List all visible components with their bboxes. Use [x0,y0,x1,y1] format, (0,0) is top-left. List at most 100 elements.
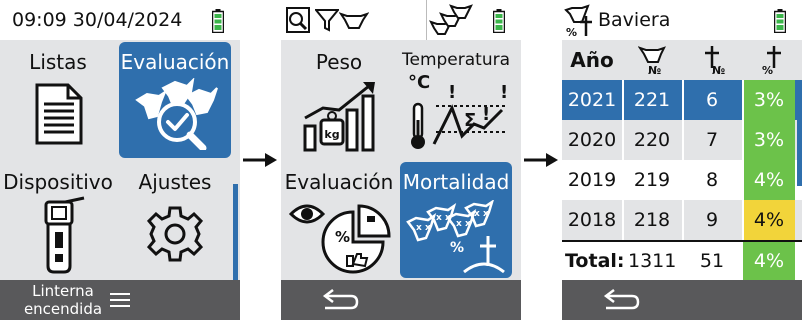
cell-deaths: 7 [705,129,719,151]
menu-tile-label: Peso [315,50,363,74]
menu-tile-dispositivo[interactable]: Dispositivo [2,162,114,278]
location-title: Baviera [598,9,671,31]
evaluation-menu-screen: Peso kg Temperatura °C ! Σ ! ! Evaluació… [281,0,521,320]
svg-text:%: % [335,228,350,246]
battery-icon [212,9,224,33]
svg-text:kg: kg [324,128,339,141]
total-deaths: 51 [699,250,725,272]
separator [426,0,427,40]
battery-icon [493,9,505,33]
svg-text:%: % [450,240,464,256]
death-count-icon: № [705,46,725,76]
status-bar [281,0,521,40]
total-rate: 4% [743,242,795,280]
cell-year: 2019 [567,169,617,191]
menu-tile-listas[interactable]: Listas [2,42,114,158]
cell-count: 221 [633,89,671,111]
cell-deaths: 8 [705,169,719,191]
cell-rate: 4% [743,200,795,240]
arrow-right-icon [243,153,277,167]
column-divider [742,80,744,240]
status-bar: 09:09 30/04/2024 [0,0,240,40]
svg-text:!: ! [500,82,508,103]
herd-evaluation-icon [135,78,218,150]
table-header-row: Año № № % [562,40,802,80]
cell-deaths: 9 [705,209,719,231]
total-row: Total: 1311 51 4% [562,242,802,280]
menu-tile-evaluacion[interactable]: Evaluación % [283,162,395,278]
footer-bar [281,280,521,320]
cell-rate: 3% [743,80,795,120]
cell-year: 2018 [567,209,617,231]
menu-tile-ajustes[interactable]: Ajustes [119,162,231,278]
back-arrow-icon[interactable] [600,288,640,312]
handheld-device-icon [44,196,85,274]
menu-grid: Listas Evaluación Dispositivo Ajustes [0,40,240,280]
svg-text:№: № [712,64,725,76]
mortality-table-screen: % Baviera Año № № % 2021 221 6 3% 2020 2… [562,0,802,320]
menu-tile-label: Listas [29,50,87,74]
menu-tile-peso[interactable]: Peso kg [283,42,395,158]
menu-icon[interactable] [110,292,130,308]
menu-tile-evaluacion[interactable]: Evaluación [119,42,231,158]
menu-tile-label: Dispositivo [3,170,113,194]
datetime: 09:09 30/04/2024 [12,9,183,31]
mortality-location-icon: % [564,4,592,38]
menu-tile-label: Evaluación [284,170,394,194]
svg-text:!: ! [448,82,456,103]
menu-tile-label: Temperatura [401,50,511,70]
cell-year: 2020 [567,129,617,151]
cell-year: 2021 [567,89,617,111]
flashlight-label-line2: encendida [23,300,103,318]
flashlight-label-line1: Linterna [32,282,94,300]
footer-bar [562,280,802,320]
total-count: 1311 [628,250,677,272]
report-icon [286,7,310,33]
cell-deaths: 6 [705,89,719,111]
footer-bar: Linterna encendida [0,280,240,320]
cell-rate: 3% [743,120,795,160]
scrollbar[interactable] [233,184,238,280]
scrollbar[interactable] [797,80,802,186]
cell-rate: 4% [743,160,795,200]
battery-icon [774,9,786,33]
column-divider [682,80,684,240]
animal-icon [339,12,369,29]
menu-tile-temperatura[interactable]: Temperatura °C ! Σ ! ! [400,42,512,158]
animal-count-icon: № [638,46,666,76]
status-bar: % Baviera [562,0,802,40]
cell-count: 219 [633,169,671,191]
temperature-chart-icon: ! Σ ! ! [411,82,508,149]
weight-chart-icon: kg [303,82,375,152]
svg-text:x x: x x [474,209,489,219]
svg-text:%: % [762,64,773,76]
cell-count: 220 [633,129,671,151]
menu-tile-label: Mortalidad [402,170,510,194]
svg-text:x x: x x [436,213,451,223]
col-header-year: Año [570,48,614,72]
mortality-icon: x xx x x xx x % [406,200,505,274]
svg-text:Σ: Σ [464,110,476,131]
filter-icon [315,9,339,32]
menu-tile-mortalidad[interactable]: Mortalidad x xx x x xx x % [400,162,512,278]
back-arrow-icon[interactable] [319,288,359,312]
column-divider [622,80,624,240]
flashlight-status[interactable]: Linterna encendida [18,282,108,318]
total-label: Total: [565,250,625,272]
evaluation-pie-icon: % [289,204,391,274]
death-rate-icon: % [762,46,781,76]
document-list-icon [35,83,83,145]
gear-icon [146,206,204,262]
herd-icon [429,4,473,35]
cell-count: 218 [633,209,671,231]
menu-tile-label: Ajustes [138,170,212,194]
svg-text:№: № [648,64,661,76]
svg-text:x x: x x [416,223,431,233]
svg-text:%: % [566,26,577,38]
menu-tile-label: Evaluación [120,50,230,74]
main-menu-screen: 09:09 30/04/2024 Listas Evaluación Dispo… [0,0,240,320]
evaluation-grid: Peso kg Temperatura °C ! Σ ! ! Evaluació… [281,40,521,280]
svg-text:!: ! [482,104,490,125]
arrow-right-icon [524,153,558,167]
svg-text:x x: x x [456,219,471,229]
